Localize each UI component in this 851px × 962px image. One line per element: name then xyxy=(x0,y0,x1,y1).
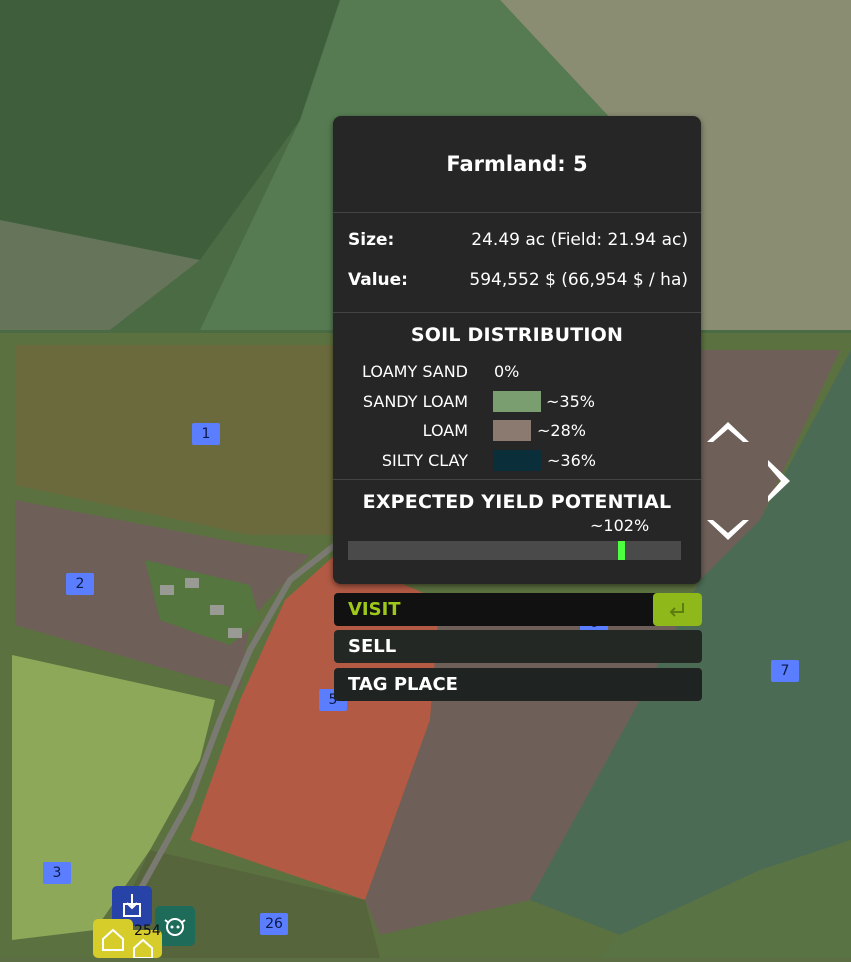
house xyxy=(228,628,242,638)
field-label-3[interactable]: 3 xyxy=(43,862,71,884)
house xyxy=(185,578,199,588)
size-label: Size: xyxy=(348,230,395,250)
soil-name-loam: LOAM xyxy=(422,421,468,440)
field-label-7[interactable]: 7 xyxy=(771,660,799,682)
farmland-title: Farmland: 5 xyxy=(446,152,588,176)
soil-swatch-loam xyxy=(493,420,531,441)
enter-key-icon[interactable] xyxy=(653,593,702,626)
yield-potential-title: EXPECTED YIELD POTENTIAL xyxy=(362,491,672,513)
soil-name-sandy-loam: SANDY LOAM xyxy=(362,392,468,411)
soil-percent-loam: ~28% xyxy=(537,421,586,440)
arrow-right-icon[interactable] xyxy=(764,458,794,504)
soil-percent-silty-clay: ~36% xyxy=(547,451,596,470)
arrow-up-icon[interactable] xyxy=(705,416,751,446)
field-label-1[interactable]: 1 xyxy=(192,423,220,445)
value-value: 594,552 $ (66,954 $ / ha) xyxy=(469,270,688,290)
soil-name-silty-clay: SILTY CLAY xyxy=(381,451,468,470)
yield-marker xyxy=(618,541,625,560)
soil-swatch-silty-clay xyxy=(493,450,541,471)
field-label-2[interactable]: 2 xyxy=(66,573,94,595)
soil-name-loamy-sand: LOAMY SAND xyxy=(362,362,468,381)
visit-button[interactable]: VISIT xyxy=(334,593,702,626)
divider xyxy=(333,312,701,313)
field-label-26[interactable]: 26 xyxy=(260,913,288,935)
divider xyxy=(333,479,701,480)
soil-swatch-sandy-loam xyxy=(493,391,541,412)
counter-label: 254 xyxy=(134,923,161,939)
divider xyxy=(333,212,701,213)
house xyxy=(210,605,224,615)
sell-button[interactable]: SELL xyxy=(334,630,702,663)
house xyxy=(160,585,174,595)
soil-distribution-title: SOIL DISTRIBUTION xyxy=(410,324,624,346)
value-label: Value: xyxy=(348,270,408,290)
yield-percent: ~102% xyxy=(590,516,650,535)
yield-bar xyxy=(348,541,681,560)
soil-percent-loamy-sand: 0% xyxy=(494,362,520,381)
size-value: 24.49 ac (Field: 21.94 ac) xyxy=(471,230,688,250)
soil-percent-sandy-loam: ~35% xyxy=(546,392,595,411)
farmland-info-panel: Farmland: 5 Size: 24.49 ac (Field: 21.94… xyxy=(333,116,701,584)
tag-place-button[interactable]: TAG PLACE xyxy=(334,668,702,701)
arrow-down-icon[interactable] xyxy=(705,516,751,546)
